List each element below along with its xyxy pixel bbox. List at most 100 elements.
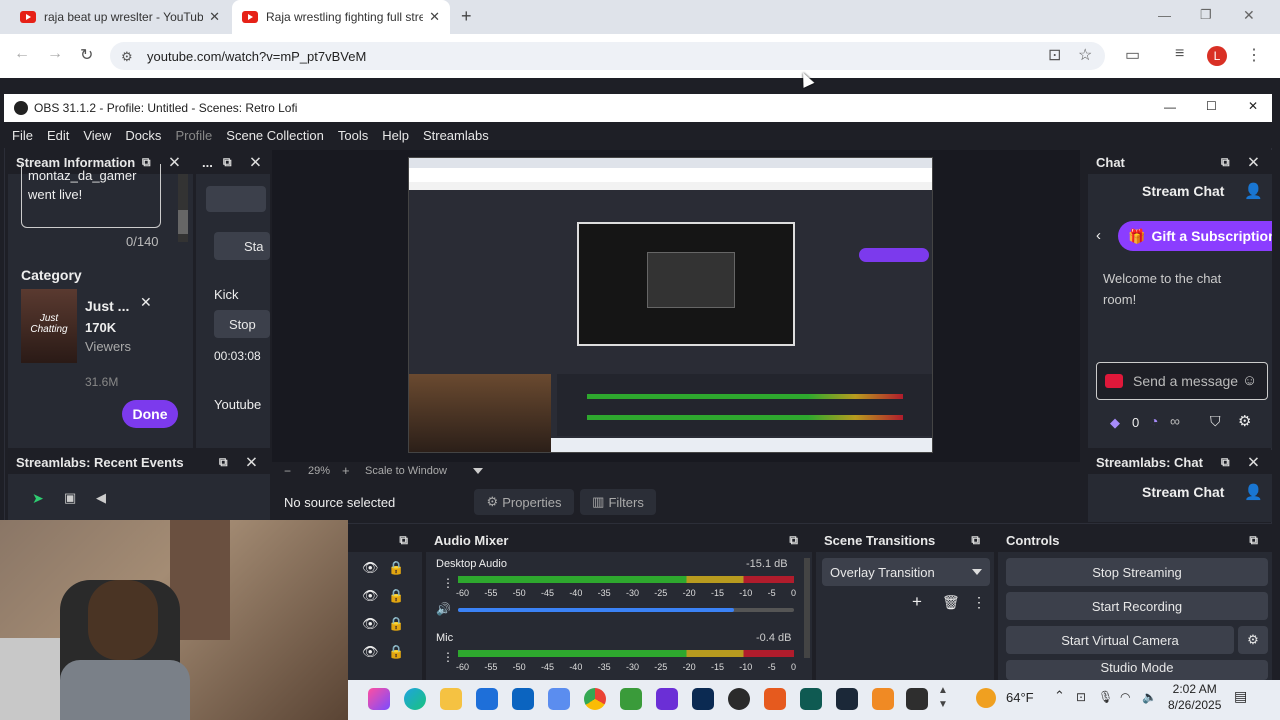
lock-icon[interactable]: 🔒: [388, 616, 404, 632]
panel-header-icons[interactable]: ⧉: [399, 533, 416, 548]
volume-icon[interactable]: 🔈: [1142, 690, 1157, 704]
speaker-icon[interactable]: 🔊: [436, 602, 451, 616]
gift-icon[interactable]: ▣: [64, 490, 76, 506]
eye-icon[interactable]: 👁: [362, 616, 379, 632]
eye-icon[interactable]: 👁: [362, 644, 379, 660]
menu-help[interactable]: Help: [382, 128, 409, 143]
app-icon[interactable]: [872, 688, 894, 710]
channel-menu-icon[interactable]: ⋮: [442, 576, 454, 590]
menu-tools[interactable]: Tools: [338, 128, 368, 143]
close-tab-icon[interactable]: ✕: [209, 9, 220, 25]
chevron-left-icon[interactable]: ‹: [1096, 227, 1101, 244]
copilot-icon[interactable]: [368, 688, 390, 710]
menu-docks[interactable]: Docks: [125, 128, 161, 143]
cast-icon[interactable]: ▭: [1125, 45, 1140, 65]
notifications-icon[interactable]: ▤: [1234, 688, 1247, 705]
trash-icon[interactable]: 🗑: [942, 594, 960, 611]
more-icon[interactable]: ⋮: [972, 594, 986, 611]
settings-icon[interactable]: ⚙: [1238, 412, 1251, 430]
virtual-camera-settings-icon[interactable]: ⚙: [1238, 626, 1268, 654]
edge-icon[interactable]: [404, 688, 426, 710]
tray-icon[interactable]: ⊡: [1076, 690, 1086, 704]
maximize-icon[interactable]: ☐: [1206, 99, 1217, 113]
app-icon[interactable]: [620, 688, 642, 710]
stream-title-textarea[interactable]: montaz_da_gamer went live!: [21, 164, 161, 228]
properties-button[interactable]: ⚙ Properties: [474, 489, 574, 515]
streamlabs-icon[interactable]: [800, 688, 822, 710]
show-hidden-icons[interactable]: ⌃: [1054, 688, 1065, 704]
bookmark-star-icon[interactable]: ☆: [1078, 45, 1092, 65]
app-icon[interactable]: [906, 688, 928, 710]
gift-subscription-button[interactable]: 🎁 Gift a Subscription: [1118, 221, 1272, 251]
browser-tab-2[interactable]: Raja wrestling fighting full strea ✕: [232, 0, 450, 34]
taskbar-scroll-icon[interactable]: ▲ ▼: [938, 684, 948, 712]
chevron-down-icon[interactable]: [473, 468, 483, 474]
weather-temp[interactable]: 64°F: [1006, 690, 1034, 705]
remove-category-icon[interactable]: ✕: [140, 294, 152, 311]
stop-button[interactable]: Stop: [214, 310, 270, 338]
panel-header-icons[interactable]: ⧉: [1249, 533, 1266, 548]
clock[interactable]: 2:02 AM 8/26/2025: [1168, 681, 1221, 713]
lock-icon[interactable]: 🔒: [388, 560, 404, 576]
minimize-icon[interactable]: —: [1158, 8, 1171, 23]
volume-slider[interactable]: [458, 608, 794, 612]
users-icon[interactable]: 👤: [1244, 483, 1263, 501]
channel-menu-icon[interactable]: ⋮: [442, 650, 454, 664]
stop-streaming-button[interactable]: Stop Streaming: [1006, 558, 1268, 586]
app-icon[interactable]: [764, 688, 786, 710]
zoom-out-icon[interactable]: −: [284, 464, 291, 478]
add-icon[interactable]: +: [912, 592, 922, 612]
scrollbar[interactable]: [178, 174, 188, 242]
microphone-icon[interactable]: 🎙: [1098, 690, 1113, 704]
back-icon[interactable]: ←: [14, 45, 30, 63]
panel-header-icons[interactable]: ⧉ ✕: [219, 455, 264, 470]
obs-icon[interactable]: [728, 688, 750, 710]
wifi-icon[interactable]: ◠: [1120, 690, 1130, 704]
emoji-icon[interactable]: ☺: [1242, 372, 1257, 389]
new-tab-icon[interactable]: +: [461, 6, 472, 27]
profile-avatar[interactable]: L: [1207, 46, 1227, 66]
restore-icon[interactable]: ❐: [1200, 7, 1212, 23]
close-window-icon[interactable]: ✕: [1243, 7, 1255, 24]
panel-header-icons[interactable]: ⧉: [789, 533, 806, 548]
start-button[interactable]: Sta: [214, 232, 270, 260]
lock-icon[interactable]: 🔒: [388, 588, 404, 604]
site-settings-icon[interactable]: ⚙: [121, 49, 133, 65]
photoshop-icon[interactable]: [692, 688, 714, 710]
browser-menu-icon[interactable]: ⋮: [1246, 45, 1262, 65]
chrome-icon[interactable]: [584, 688, 606, 710]
menu-profile[interactable]: Profile: [175, 128, 212, 143]
panel-header-icons[interactable]: ⧉ ✕: [1221, 455, 1266, 470]
lock-icon[interactable]: 🔒: [388, 644, 404, 660]
headset-app-icon[interactable]: [656, 688, 678, 710]
media-controls-icon[interactable]: ≡: [1175, 45, 1184, 63]
studio-mode-button[interactable]: Studio Mode: [1006, 660, 1268, 680]
shield-icon[interactable]: ⛉: [1210, 413, 1221, 430]
users-icon[interactable]: 👤: [1244, 182, 1263, 200]
zoom-in-icon[interactable]: +: [342, 463, 350, 478]
eye-icon[interactable]: 👁: [362, 588, 379, 604]
start-virtual-camera-button[interactable]: Start Virtual Camera: [1006, 626, 1234, 654]
done-button[interactable]: Done: [122, 400, 178, 428]
minimize-icon[interactable]: —: [1164, 100, 1176, 114]
outlook-icon[interactable]: [512, 688, 534, 710]
transition-select[interactable]: Overlay Transition: [822, 558, 990, 586]
menu-streamlabs[interactable]: Streamlabs: [423, 128, 489, 143]
scrollbar[interactable]: [804, 558, 810, 658]
install-app-icon[interactable]: ⊡: [1048, 45, 1061, 65]
send-icon[interactable]: ➤: [32, 490, 44, 507]
scale-mode[interactable]: Scale to Window: [365, 465, 447, 477]
address-bar[interactable]: youtube.com/watch?v=mP_pt7vBVeM: [110, 42, 1105, 70]
app-icon[interactable]: [548, 688, 570, 710]
blank-button[interactable]: [206, 186, 266, 212]
panel-header-icons[interactable]: ⧉ ✕: [223, 155, 268, 170]
panel-header-icons[interactable]: ⧉ ✕: [1221, 155, 1266, 170]
panel-header-icons[interactable]: ⧉: [971, 533, 988, 548]
browser-tab-1[interactable]: raja beat up wreslter - YouTube ✕: [10, 0, 230, 34]
eye-icon[interactable]: 👁: [362, 560, 379, 576]
filters-button[interactable]: ▥ Filters: [580, 489, 656, 515]
menu-edit[interactable]: Edit: [47, 128, 69, 143]
steam-icon[interactable]: [836, 688, 858, 710]
close-tab-icon[interactable]: ✕: [429, 9, 440, 25]
menu-scene-collection[interactable]: Scene Collection: [226, 128, 324, 143]
